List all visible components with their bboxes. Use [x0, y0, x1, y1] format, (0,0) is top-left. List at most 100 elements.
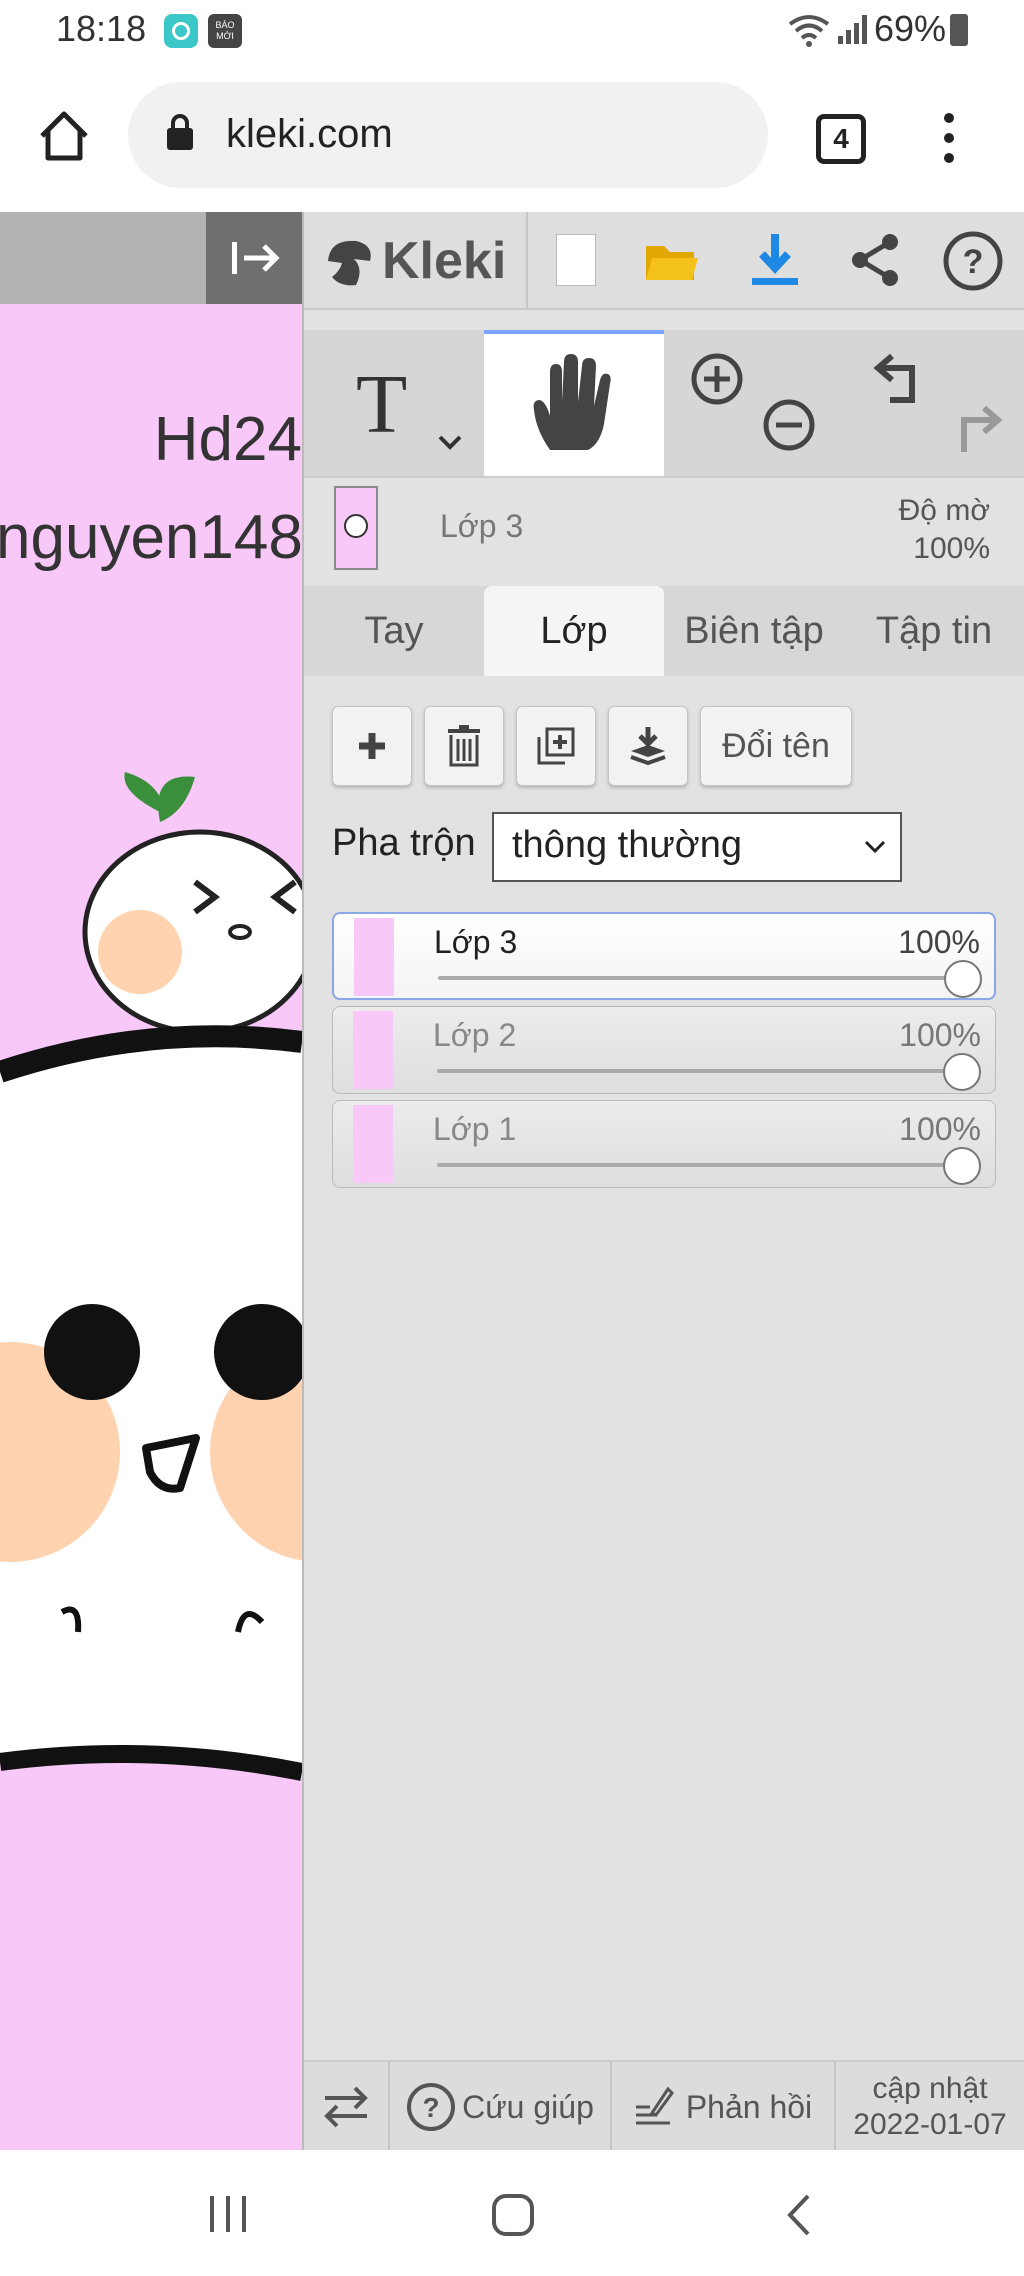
- help-icon[interactable]: ?: [942, 230, 1004, 292]
- hand-icon: [533, 354, 611, 450]
- chevron-down-icon: [864, 840, 886, 854]
- status-time: 18:18: [56, 8, 147, 49]
- layer-opacity: 100%: [898, 924, 980, 960]
- update-info[interactable]: cập nhật 2022-01-07: [836, 2062, 1024, 2152]
- tab-hand[interactable]: Tay: [304, 586, 484, 676]
- history-buttons: [844, 330, 1024, 476]
- kleki-logo: Kleki: [320, 226, 506, 296]
- bottom-bar: ? Cứu giúp Phản hồi cập nhật 2022-01-07: [304, 2060, 1024, 2152]
- collapse-arrow-icon: [232, 242, 280, 274]
- tab-layers[interactable]: Lớp: [484, 586, 664, 676]
- canvas-text-line-2: nguyen148: [0, 503, 302, 572]
- current-layer-bar[interactable]: Lớp 3 Độ mờ 100%: [304, 476, 1024, 588]
- opacity-value: 100%: [913, 532, 990, 565]
- current-layer-name: Lớp 3: [440, 508, 524, 544]
- open-folder-icon[interactable]: [644, 234, 700, 286]
- cartoon-drawing: [0, 772, 302, 1781]
- menu-dots-icon[interactable]: [934, 110, 964, 166]
- zoom-out-icon[interactable]: [762, 398, 816, 452]
- svg-text:?: ?: [423, 2092, 440, 2123]
- feedback-icon: [635, 2086, 674, 2125]
- home-icon[interactable]: [36, 108, 92, 164]
- news-app-badge-text: BÁO MỚI: [215, 20, 235, 41]
- svg-text:?: ?: [963, 243, 984, 281]
- app-top-bar: Kleki ?: [304, 212, 1024, 310]
- undo-icon[interactable]: [872, 348, 928, 404]
- layer-opacity-slider-handle[interactable]: [943, 1147, 981, 1185]
- status-bar: 18:18 BÁO MỚI 69%: [0, 0, 1024, 62]
- text-tool-icon: T: [356, 358, 408, 451]
- current-layer-thumbnail: [334, 486, 378, 570]
- battery-percent: 69%: [874, 8, 947, 49]
- layer-item[interactable]: Lớp 3 100%: [332, 912, 996, 1000]
- address-bar[interactable]: kleki.com: [128, 82, 768, 188]
- update-label: cập nhật: [872, 2072, 988, 2105]
- delete-layer-button[interactable]: [424, 706, 504, 786]
- help-circle-icon: ?: [407, 2083, 456, 2131]
- hand-tool-button[interactable]: [484, 330, 664, 476]
- redo-icon[interactable]: [948, 400, 1004, 456]
- layer-opacity: 100%: [899, 1017, 981, 1053]
- text-tool-button[interactable]: T: [304, 330, 484, 476]
- signal-icon: [838, 15, 867, 44]
- swap-icon: [324, 2086, 368, 2128]
- url-text: kleki.com: [226, 112, 393, 156]
- tool-row: T: [304, 330, 1024, 476]
- battery-icon: [950, 14, 968, 46]
- blend-mode-select[interactable]: thông thường: [492, 812, 902, 882]
- layer-thumbnail: [354, 918, 394, 996]
- home-nav-icon[interactable]: [490, 2192, 536, 2238]
- share-icon[interactable]: [848, 232, 902, 288]
- layer-name: Lớp 3: [434, 924, 518, 960]
- opacity-label: Độ mờ: [898, 494, 990, 527]
- help-label: Cứu giúp: [462, 2088, 594, 2125]
- rename-layer-button[interactable]: Đổi tên: [700, 706, 852, 786]
- divider: [526, 212, 528, 308]
- merge-down-icon: [630, 727, 666, 766]
- news-app-icon: BÁO MỚI: [208, 14, 242, 48]
- new-image-icon[interactable]: [556, 234, 596, 286]
- update-date: 2022-01-07: [853, 2108, 1007, 2141]
- tab-switcher-button[interactable]: 4: [816, 114, 866, 164]
- wifi-icon: [788, 15, 830, 47]
- panel-tabs: Tay Lớp Biên tập Tập tin: [304, 586, 1024, 676]
- opacity-display: Độ mờ 100%: [899, 492, 990, 568]
- layer-opacity-slider[interactable]: [437, 1069, 977, 1073]
- add-layer-button[interactable]: [332, 706, 412, 786]
- drawing-canvas[interactable]: Hd24 nguyen148: [0, 212, 302, 2150]
- zoom-in-icon[interactable]: [690, 352, 744, 406]
- layer-name: Lớp 2: [433, 1017, 517, 1053]
- app-name: Kleki: [382, 232, 507, 290]
- layer-opacity-slider-handle[interactable]: [944, 960, 982, 998]
- canvas-text-line-1: Hd24: [153, 405, 302, 474]
- layer-opacity-slider-handle[interactable]: [943, 1053, 981, 1091]
- kleki-logo-icon: [328, 240, 371, 286]
- layer-thumbnail: [353, 1011, 393, 1089]
- delete-layer-icon: [448, 725, 480, 767]
- add-layer-icon: [359, 733, 385, 759]
- merge-down-button[interactable]: [608, 706, 688, 786]
- lock-icon: [167, 114, 193, 150]
- blend-mode-value: thông thường: [512, 824, 742, 866]
- feedback-label: Phản hồi: [685, 2088, 813, 2125]
- chevron-down-icon[interactable]: [438, 434, 462, 450]
- swap-side-button[interactable]: [304, 2062, 390, 2152]
- duplicate-layer-button[interactable]: [516, 706, 596, 786]
- zoom-buttons: [664, 330, 844, 476]
- duplicate-layer-icon: [537, 727, 575, 765]
- rename-label: Đổi tên: [722, 726, 830, 765]
- help-button[interactable]: ? Cứu giúp: [390, 2062, 612, 2152]
- layer-opacity-slider[interactable]: [438, 976, 978, 980]
- tab-edit[interactable]: Biên tập: [664, 586, 844, 676]
- layer-item[interactable]: Lớp 2 100%: [332, 1006, 996, 1094]
- browser-toolbar: kleki.com 4: [0, 62, 1024, 212]
- recent-apps-icon[interactable]: [206, 2194, 250, 2234]
- layer-opacity-slider[interactable]: [437, 1163, 977, 1167]
- layer-item[interactable]: Lớp 1 100%: [332, 1100, 996, 1188]
- layer-name: Lớp 1: [433, 1111, 517, 1147]
- collapse-panel-button[interactable]: [206, 212, 302, 304]
- download-icon[interactable]: [750, 232, 800, 288]
- tab-file[interactable]: Tập tin: [844, 586, 1024, 676]
- back-icon[interactable]: [784, 2192, 814, 2238]
- feedback-button[interactable]: Phản hồi: [612, 2062, 836, 2152]
